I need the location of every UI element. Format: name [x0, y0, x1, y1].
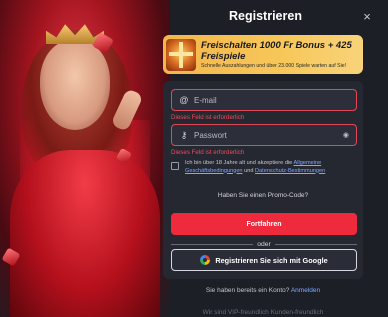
hero-face: [40, 40, 110, 130]
divider-line: [171, 243, 254, 245]
email-field[interactable]: @ E-mail: [171, 89, 357, 111]
password-field[interactable]: ⚷ Passwort ◉: [171, 124, 357, 146]
key-icon: ⚷: [180, 129, 188, 140]
password-placeholder: Passwort: [194, 130, 227, 140]
promo-title: Freischalten 1000 Fr Bonus + 425 Freispi…: [201, 39, 352, 62]
terms-and: und: [242, 167, 255, 174]
at-icon: @: [179, 95, 189, 105]
close-icon[interactable]: ×: [360, 9, 374, 24]
google-icon: [200, 255, 211, 265]
google-label: Registrieren Sie sich mit Google: [215, 255, 328, 265]
registration-panel: Registrieren × Freischalten 1000 Fr Bonu…: [163, 0, 388, 317]
login-prompt: Sie haben bereits ein Konto? Anmelden: [163, 287, 363, 294]
hero-dress: [10, 150, 160, 317]
footer-hint: Wir sind VIP-freundlich Kunden-freundlic…: [202, 309, 324, 316]
eye-icon[interactable]: ◉: [343, 131, 349, 139]
promo-code-link[interactable]: Haben Sie einen Promo-Code?: [163, 192, 363, 199]
gift-icon: [166, 38, 196, 71]
divider-line: [274, 243, 358, 245]
terms-checkbox[interactable]: [171, 162, 179, 170]
or-divider: oder: [171, 239, 358, 249]
google-signup-button[interactable]: Registrieren Sie sich mit Google: [171, 249, 357, 271]
email-error: Dieses Feld ist erforderlich: [171, 114, 245, 121]
promo-text: Freischalten 1000 Fr Bonus + 425 Freispi…: [201, 40, 363, 70]
hero-image: [0, 0, 170, 317]
privacy-link[interactable]: Datenschutz-Bestimmungen: [255, 168, 325, 174]
login-prompt-text: Sie haben bereits ein Konto?: [205, 287, 290, 294]
promo-banner: Freischalten 1000 Fr Bonus + 425 Freispi…: [163, 35, 363, 74]
continue-button[interactable]: Fortfahren: [171, 213, 357, 235]
terms-prefix: Ich bin über 18 Jahre alt und akzeptiere…: [185, 160, 294, 166]
terms-row: Ich bin über 18 Jahre alt und akzeptiere…: [171, 160, 359, 175]
modal-title: Registrieren: [229, 9, 302, 23]
email-placeholder: E-mail: [194, 95, 217, 105]
password-error: Dieses Feld ist erforderlich: [171, 149, 245, 156]
login-link[interactable]: Anmelden: [291, 287, 320, 294]
terms-text: Ich bin über 18 Jahre alt und akzeptiere…: [185, 160, 359, 175]
or-label: oder: [257, 240, 271, 248]
promo-subtitle: Schnelle Auszahlungen und über 23.000 Sp…: [201, 62, 347, 69]
registration-form: @ E-mail Dieses Feld ist erforderlich ⚷ …: [163, 81, 363, 279]
